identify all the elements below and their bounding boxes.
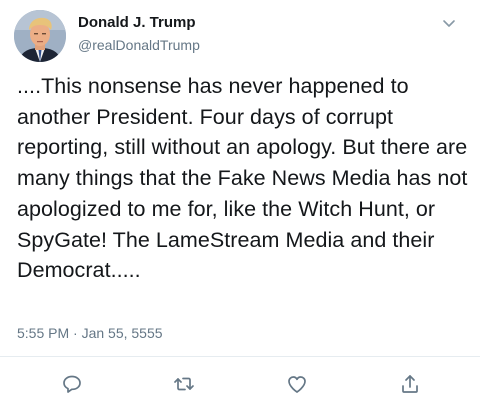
author-handle[interactable]: @realDonaldTrump	[78, 37, 200, 53]
retweet-icon[interactable]	[172, 372, 196, 396]
share-icon[interactable]	[398, 372, 422, 396]
tweet-timestamp[interactable]: 5:55 PM · Jan 55, 5555	[17, 325, 163, 341]
heart-icon[interactable]	[285, 372, 309, 396]
author-name[interactable]: Donald J. Trump	[78, 14, 196, 31]
tweet-card: Donald J. Trump @realDonaldTrump ....Thi…	[0, 0, 480, 410]
avatar[interactable]	[14, 10, 66, 62]
chevron-down-icon[interactable]	[440, 14, 458, 32]
avatar-image	[14, 10, 66, 62]
reply-icon[interactable]	[60, 372, 84, 396]
divider	[0, 356, 480, 357]
tweet-text: ....This nonsense has never happened to …	[17, 74, 468, 283]
